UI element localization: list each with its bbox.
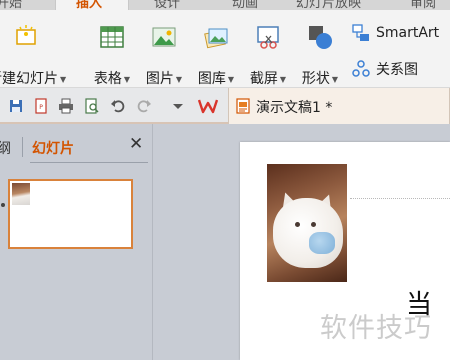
print-icon[interactable] [58,98,74,114]
tab-slides[interactable]: 幻灯片 [32,138,74,158]
shape-button[interactable]: 形状 ▼ [298,20,342,87]
gallery-label: 图库 [197,71,226,87]
relation-icon [352,60,370,78]
new-slide-icon [13,24,39,50]
print-preview-icon[interactable] [84,98,100,114]
picture-button[interactable]: 图片 ▼ [142,20,186,87]
placeholder-border [350,198,450,199]
panel-tab-divider [22,137,23,157]
shape-icon [307,24,333,50]
quick-access-toolbar: P 演示文稿1 * [0,88,450,124]
picture-icon [151,24,177,50]
panel-tab-underline [30,162,148,163]
smartart-icon [352,24,370,42]
tab-review[interactable]: 审阅 [410,0,436,10]
new-slide-button[interactable]: 新建幻灯片▼ [0,20,72,87]
gallery-icon [203,24,229,50]
kitten-body [273,198,343,268]
ribbon-insert-panel: 新建幻灯片▼ 表格▼ 图片▼ [0,10,450,88]
table-label: 表格 [93,71,122,87]
chevron-down-icon: ▼ [279,74,287,84]
dropdown-icon[interactable] [170,98,186,114]
tab-outline[interactable]: 大纲 [0,138,11,158]
document-tab[interactable]: 演示文稿1 * [228,88,450,124]
slide-thumbnail[interactable] [8,179,133,249]
tab-insert[interactable]: 插入 [76,0,102,10]
tab-design[interactable]: 设计 [154,0,180,10]
picture-label: 图片 [145,71,174,87]
presentation-file-icon [235,98,251,114]
screenshot-icon [255,24,281,50]
kitten-eye [311,222,316,227]
redo-icon[interactable] [136,98,152,114]
relation-label: 关系图 [376,62,418,78]
shape-label: 形状 [301,71,330,87]
ribbon-tab-bar: 开始 插入 设计 动画 幻灯片放映 审阅 [0,0,450,10]
chevron-down-icon: ▼ [123,74,131,84]
relation-diagram-button[interactable]: 关系图 [352,58,418,80]
document-title: 演示文稿1 * [256,100,333,116]
tab-outline-label: 大纲 [0,141,11,157]
table-button[interactable]: 表格 ▼ [90,20,134,87]
chevron-down-icon: ▼ [60,74,67,84]
gallery-button[interactable]: 图库 ▼ [194,20,238,87]
export-pdf-icon[interactable]: P [33,98,49,114]
tab-slideshow[interactable]: 幻灯片放映 [296,0,361,10]
wps-logo-icon[interactable] [197,98,219,114]
save-icon[interactable] [8,98,24,114]
svg-text:P: P [39,104,43,111]
smartart-label: SmartArt [376,25,440,41]
undo-icon[interactable] [110,98,126,114]
chevron-down-icon: ▼ [331,74,339,84]
screenshot-button[interactable]: 截屏 ▼ [246,20,290,87]
slide-number-marker [0,193,6,207]
smartart-button[interactable]: SmartArt [352,22,439,44]
watermark: 软件技巧 [320,313,432,344]
slides-panel: 大纲 幻灯片 ✕ [0,124,153,360]
chevron-down-icon: ▼ [227,74,235,84]
tab-animation[interactable]: 动画 [232,0,258,10]
kitten-picture[interactable] [267,164,347,282]
thumbnail-picture [12,183,30,205]
tab-home[interactable]: 开始 [0,0,22,10]
table-icon [99,24,125,50]
screenshot-label: 截屏 [249,71,278,87]
chevron-down-icon: ▼ [175,74,183,84]
kitten-eye [295,222,300,227]
close-icon[interactable]: ✕ [129,134,143,154]
new-slide-label: 新建幻灯片 [0,71,58,87]
blue-toy [309,232,335,254]
